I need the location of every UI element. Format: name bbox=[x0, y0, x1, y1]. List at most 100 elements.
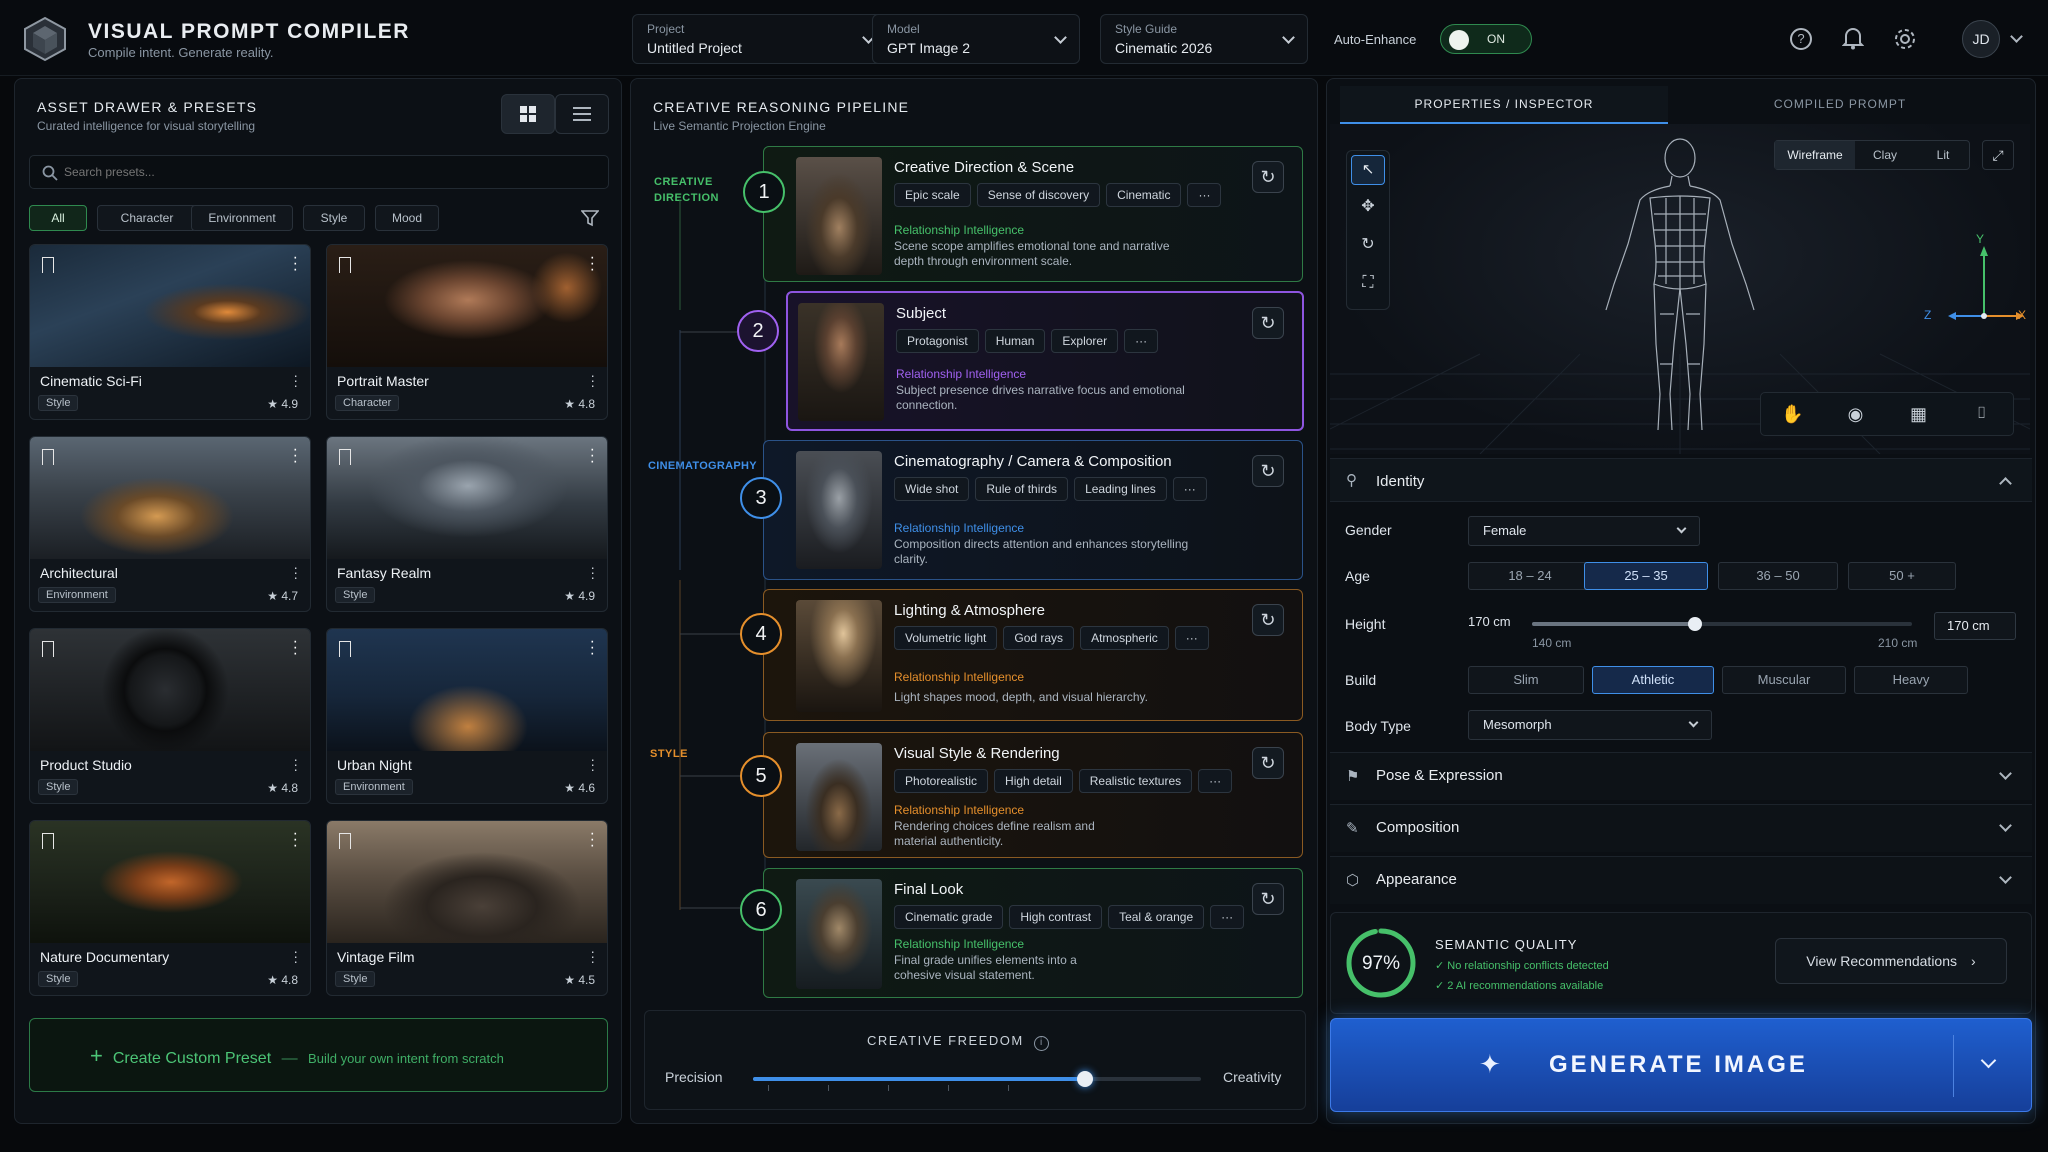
build-option-athletic[interactable]: Athletic bbox=[1592, 666, 1714, 694]
preset-card-product-studio[interactable]: · · · Product Studio Style · · · ★ 4.8 bbox=[29, 628, 311, 804]
chevron-down-icon[interactable] bbox=[1980, 1052, 1997, 1069]
pipeline-step-1[interactable]: Creative Direction & Scene Epic scale Se… bbox=[763, 146, 1303, 282]
body-type-select[interactable]: Mesomorph bbox=[1468, 710, 1712, 740]
more-icon[interactable]: · · · bbox=[590, 368, 595, 392]
step-chip[interactable]: Wide shot bbox=[894, 477, 970, 501]
view-eye-icon[interactable]: ◉ bbox=[1824, 393, 1887, 435]
preset-card-urban-night[interactable]: · · · Urban Night Environment · · · ★ 4.6 bbox=[326, 628, 608, 804]
bookmark-icon[interactable] bbox=[339, 833, 351, 849]
pipeline-step-6[interactable]: Final Look Cinematic grade High contrast… bbox=[763, 868, 1303, 998]
filter-chip-all[interactable]: All bbox=[29, 205, 87, 231]
view-recommendations-button[interactable]: View Recommendations › bbox=[1775, 938, 2007, 984]
filter-chip-environment[interactable]: Environment bbox=[191, 205, 293, 231]
build-option-heavy[interactable]: Heavy bbox=[1854, 666, 1968, 694]
search-input[interactable] bbox=[64, 162, 584, 182]
more-icon[interactable]: · · · bbox=[293, 250, 298, 278]
bookmark-icon[interactable] bbox=[42, 449, 54, 465]
gender-select[interactable]: Female bbox=[1468, 516, 1700, 546]
pan-hand-icon[interactable]: ✋ bbox=[1761, 393, 1824, 435]
more-icon[interactable]: · · · bbox=[293, 442, 298, 470]
slider-handle[interactable] bbox=[1076, 1071, 1093, 1087]
bookmark-icon[interactable] bbox=[42, 257, 54, 273]
view-mode-wireframe[interactable]: Wireframe bbox=[1775, 141, 1855, 169]
view-mode-clay[interactable]: Clay bbox=[1855, 141, 1915, 169]
avatar[interactable]: JD bbox=[1962, 20, 2000, 58]
step-chip[interactable]: Volumetric light bbox=[894, 626, 998, 650]
more-icon[interactable]: · · · bbox=[590, 944, 595, 968]
pipeline-step-5[interactable]: Visual Style & Rendering Photorealistic … bbox=[763, 732, 1303, 858]
refresh-icon[interactable]: ↻ bbox=[1252, 307, 1284, 339]
chevron-down-icon[interactable] bbox=[2010, 30, 2023, 43]
tab-compiled-prompt[interactable]: COMPILED PROMPT bbox=[1680, 86, 2000, 124]
step-chip[interactable]: High contrast bbox=[1009, 905, 1103, 929]
auto-enhance-toggle[interactable]: ON bbox=[1440, 24, 1532, 54]
more-chip[interactable]: ··· bbox=[1174, 626, 1209, 650]
step-chip[interactable]: Teal & orange bbox=[1108, 905, 1205, 929]
preset-card-architectural[interactable]: · · · Architectural Environment · · · ★ 4.7 bbox=[29, 436, 311, 612]
build-option-slim[interactable]: Slim bbox=[1468, 666, 1584, 694]
identity-section-header[interactable]: ⚲ Identity bbox=[1330, 458, 2032, 502]
preset-card-fantasy-realm[interactable]: · · · Fantasy Realm Style · · · ★ 4.9 bbox=[326, 436, 608, 612]
refresh-icon[interactable]: ↻ bbox=[1252, 604, 1284, 636]
pipeline-step-2[interactable]: Subject Protagonist Human Explorer ··· R… bbox=[786, 291, 1304, 431]
more-icon[interactable]: · · · bbox=[293, 752, 298, 776]
model-dropdown[interactable]: Model GPT Image 2 bbox=[872, 14, 1080, 64]
gear-icon[interactable] bbox=[1893, 27, 1917, 51]
height-input[interactable]: 170 cm bbox=[1934, 612, 2016, 640]
move-tool-icon[interactable]: ✥ bbox=[1351, 193, 1385, 223]
step-chip[interactable]: Leading lines bbox=[1074, 477, 1167, 501]
refresh-icon[interactable]: ↻ bbox=[1252, 161, 1284, 193]
project-dropdown[interactable]: Project Untitled Project bbox=[632, 14, 888, 64]
appearance-section[interactable]: ⬡ Appearance bbox=[1330, 856, 2032, 904]
more-icon[interactable]: · · · bbox=[590, 560, 595, 584]
height-slider[interactable] bbox=[1532, 614, 1912, 634]
more-icon[interactable]: · · · bbox=[293, 826, 298, 854]
step-chip[interactable]: Explorer bbox=[1051, 329, 1119, 353]
bookmark-icon[interactable] bbox=[42, 641, 54, 657]
composition-section[interactable]: ✎ Composition bbox=[1330, 804, 2032, 852]
bookmark-icon[interactable] bbox=[42, 833, 54, 849]
view-mode-lit[interactable]: Lit bbox=[1915, 141, 1971, 169]
creative-freedom-slider[interactable] bbox=[753, 1069, 1201, 1091]
more-icon[interactable]: · · · bbox=[590, 634, 595, 662]
more-chip[interactable]: ··· bbox=[1198, 769, 1233, 793]
search-box[interactable] bbox=[29, 155, 609, 189]
filter-chip-style[interactable]: Style bbox=[303, 205, 365, 231]
step-chip[interactable]: God rays bbox=[1003, 626, 1075, 650]
select-tool-icon[interactable]: ↖ bbox=[1351, 155, 1385, 185]
refresh-icon[interactable]: ↻ bbox=[1252, 455, 1284, 487]
step-chip[interactable]: High detail bbox=[994, 769, 1073, 793]
step-chip[interactable]: Cinematic bbox=[1106, 183, 1182, 207]
more-icon[interactable]: · · · bbox=[293, 944, 298, 968]
step-chip[interactable]: Realistic textures bbox=[1078, 769, 1193, 793]
step-chip[interactable]: Cinematic grade bbox=[894, 905, 1004, 929]
more-chip[interactable]: ··· bbox=[1124, 329, 1159, 353]
bookmark-icon[interactable] bbox=[339, 257, 351, 273]
slider-handle[interactable] bbox=[1688, 617, 1703, 631]
refresh-icon[interactable]: ↻ bbox=[1252, 747, 1284, 779]
more-icon[interactable]: · · · bbox=[293, 634, 298, 662]
step-chip[interactable]: Epic scale bbox=[894, 183, 971, 207]
more-icon[interactable]: · · · bbox=[590, 752, 595, 776]
preset-card-cinematic-sci-fi[interactable]: · · · Cinematic Sci-Fi Style · · · ★ 4.9 bbox=[29, 244, 311, 420]
build-option-muscular[interactable]: Muscular bbox=[1722, 666, 1846, 694]
create-custom-preset-button[interactable]: + Create Custom Preset — Build your own i… bbox=[29, 1018, 608, 1092]
bookmark-icon[interactable] bbox=[339, 641, 351, 657]
scale-tool-icon[interactable]: ⛶ bbox=[1351, 269, 1385, 299]
more-icon[interactable]: · · · bbox=[590, 826, 595, 854]
more-chip[interactable]: ··· bbox=[1210, 905, 1245, 929]
generate-image-button[interactable]: ✦ GENERATE IMAGE bbox=[1330, 1018, 2032, 1112]
filter-chip-mood[interactable]: Mood bbox=[375, 205, 439, 231]
model-viewport[interactable]: ↖ ✥ ↻ ⛶ Wireframe Clay Lit ⤢ Y X Z ✋ ◉ ▦… bbox=[1330, 124, 2030, 454]
pipeline-step-3[interactable]: Cinematography / Camera & Composition Wi… bbox=[763, 440, 1303, 580]
step-chip[interactable]: Rule of thirds bbox=[975, 477, 1069, 501]
step-chip[interactable]: Photorealistic bbox=[894, 769, 989, 793]
preset-card-nature-documentary[interactable]: · · · Nature Documentary Style · · · ★ 4.8 bbox=[29, 820, 311, 996]
more-icon[interactable]: · · · bbox=[590, 442, 595, 470]
list-view-button[interactable] bbox=[555, 94, 609, 134]
tab-properties-inspector[interactable]: PROPERTIES / INSPECTOR bbox=[1340, 86, 1668, 124]
info-icon[interactable]: i bbox=[1033, 1036, 1049, 1051]
expand-icon[interactable]: ⤢ bbox=[1982, 140, 2014, 170]
preset-card-portrait-master[interactable]: · · · Portrait Master Character · · · ★ 4.8 bbox=[326, 244, 608, 420]
filter-icon[interactable] bbox=[581, 209, 599, 227]
